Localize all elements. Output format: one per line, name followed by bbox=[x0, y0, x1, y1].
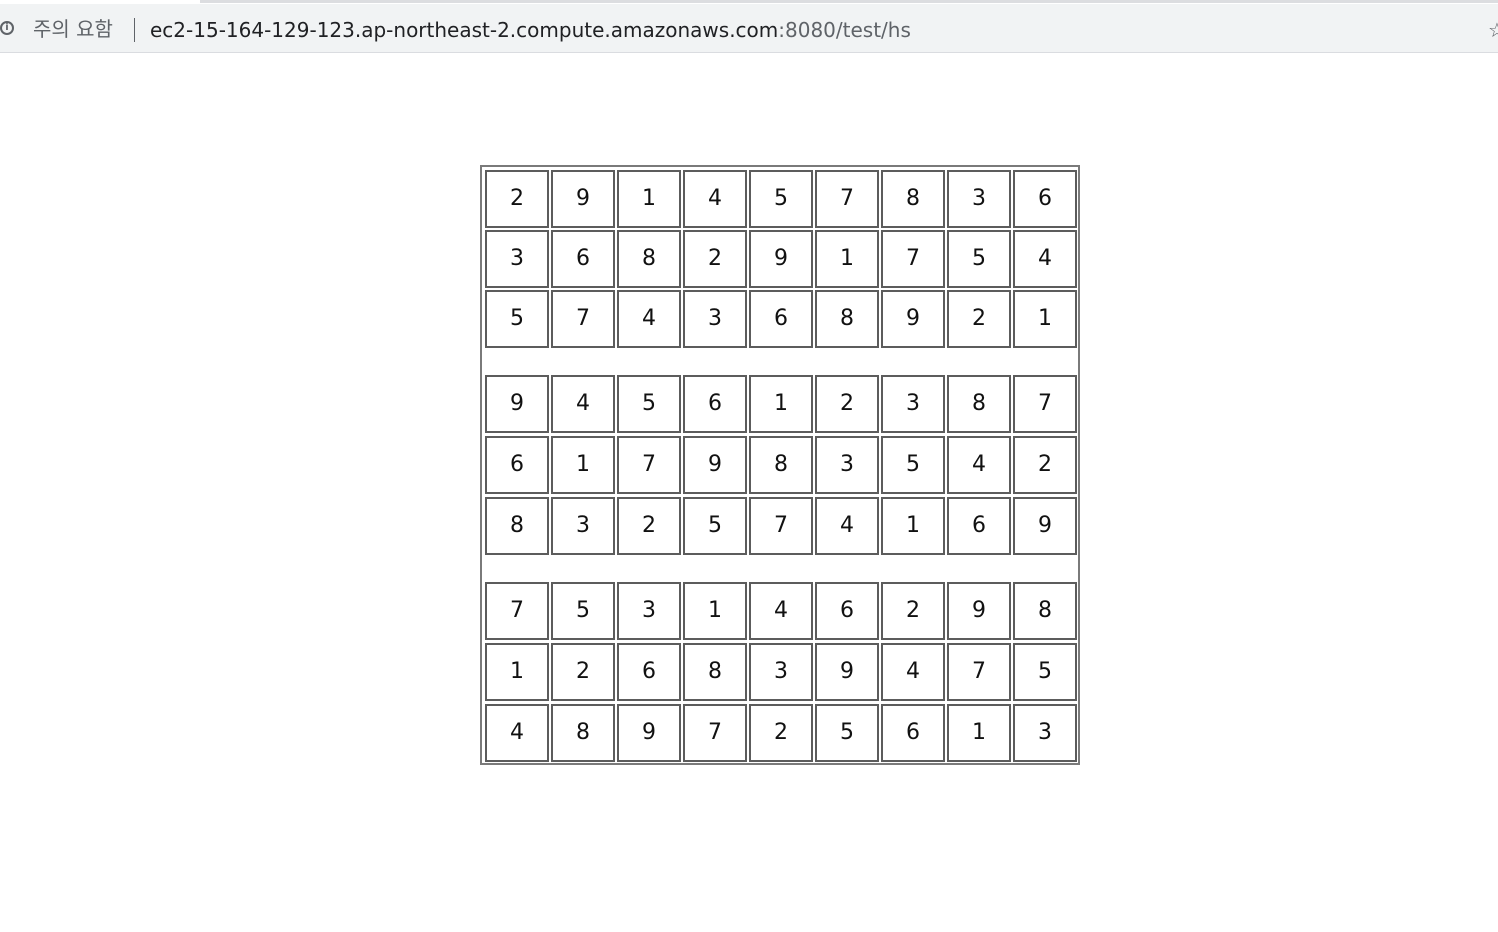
sudoku-cell-r9-c4[interactable]: 7 bbox=[683, 704, 747, 762]
sudoku-cell-r9-c6[interactable]: 5 bbox=[815, 704, 879, 762]
sudoku-cell-r2-c2[interactable]: 6 bbox=[551, 230, 615, 288]
sudoku-cell-r1-c1[interactable]: 2 bbox=[485, 170, 549, 228]
star-icon[interactable]: ☆ bbox=[1488, 20, 1498, 40]
url-path: :8080/test/hs bbox=[778, 18, 911, 42]
sudoku-cell-r2-c6[interactable]: 1 bbox=[815, 230, 879, 288]
sudoku-cell-r1-c7[interactable]: 8 bbox=[881, 170, 945, 228]
address-separator bbox=[134, 18, 135, 42]
sudoku-cell-r6-c3[interactable]: 2 bbox=[617, 497, 681, 555]
sudoku-cell-r6-c8[interactable]: 6 bbox=[947, 497, 1011, 555]
sudoku-cell-r4-c4[interactable]: 6 bbox=[683, 375, 747, 433]
sudoku-cell-r8-c3[interactable]: 6 bbox=[617, 643, 681, 701]
sudoku-cell-r8-c6[interactable]: 9 bbox=[815, 643, 879, 701]
sudoku-cell-r9-c9[interactable]: 3 bbox=[1013, 704, 1077, 762]
tab-divider bbox=[200, 0, 1498, 3]
sudoku-cell-r7-c2[interactable]: 5 bbox=[551, 582, 615, 640]
sudoku-cell-r1-c2[interactable]: 9 bbox=[551, 170, 615, 228]
sudoku-cell-r5-c1[interactable]: 6 bbox=[485, 436, 549, 494]
sudoku-cell-r9-c3[interactable]: 9 bbox=[617, 704, 681, 762]
sudoku-cell-r1-c9[interactable]: 6 bbox=[1013, 170, 1077, 228]
sudoku-cell-r3-c1[interactable]: 5 bbox=[485, 290, 549, 348]
sudoku-cell-r4-c3[interactable]: 5 bbox=[617, 375, 681, 433]
sudoku-cell-r6-c1[interactable]: 8 bbox=[485, 497, 549, 555]
sudoku-cell-r9-c2[interactable]: 8 bbox=[551, 704, 615, 762]
sudoku-cell-r4-c9[interactable]: 7 bbox=[1013, 375, 1077, 433]
url-host: ec2-15-164-129-123.ap-northeast-2.comput… bbox=[150, 18, 779, 42]
sudoku-cell-r2-c9[interactable]: 4 bbox=[1013, 230, 1077, 288]
sudoku-cell-r8-c9[interactable]: 5 bbox=[1013, 643, 1077, 701]
sudoku-cell-r5-c8[interactable]: 4 bbox=[947, 436, 1011, 494]
sudoku-cell-r1-c4[interactable]: 4 bbox=[683, 170, 747, 228]
sudoku-cell-r3-c3[interactable]: 4 bbox=[617, 290, 681, 348]
sudoku-cell-r8-c5[interactable]: 3 bbox=[749, 643, 813, 701]
sudoku-cell-r6-c7[interactable]: 1 bbox=[881, 497, 945, 555]
sudoku-cell-r5-c6[interactable]: 3 bbox=[815, 436, 879, 494]
sudoku-cell-r7-c1[interactable]: 7 bbox=[485, 582, 549, 640]
url-text[interactable]: ec2-15-164-129-123.ap-northeast-2.comput… bbox=[150, 18, 911, 42]
sudoku-cell-r3-c2[interactable]: 7 bbox=[551, 290, 615, 348]
sudoku-cell-r1-c5[interactable]: 5 bbox=[749, 170, 813, 228]
sudoku-cell-r7-c8[interactable]: 9 bbox=[947, 582, 1011, 640]
sudoku-cell-r4-c8[interactable]: 8 bbox=[947, 375, 1011, 433]
sudoku-cell-r2-c8[interactable]: 5 bbox=[947, 230, 1011, 288]
sudoku-cell-r8-c1[interactable]: 1 bbox=[485, 643, 549, 701]
sudoku-cell-r3-c9[interactable]: 1 bbox=[1013, 290, 1077, 348]
sudoku-cell-r7-c9[interactable]: 8 bbox=[1013, 582, 1077, 640]
sudoku-cell-r2-c5[interactable]: 9 bbox=[749, 230, 813, 288]
sudoku-cell-r1-c3[interactable]: 1 bbox=[617, 170, 681, 228]
sudoku-cell-r6-c2[interactable]: 3 bbox=[551, 497, 615, 555]
sudoku-cell-r5-c9[interactable]: 2 bbox=[1013, 436, 1077, 494]
sudoku-cell-r7-c5[interactable]: 4 bbox=[749, 582, 813, 640]
sudoku-cell-r4-c5[interactable]: 1 bbox=[749, 375, 813, 433]
sudoku-cell-r7-c4[interactable]: 1 bbox=[683, 582, 747, 640]
sudoku-cell-r5-c3[interactable]: 7 bbox=[617, 436, 681, 494]
sudoku-cell-r9-c8[interactable]: 1 bbox=[947, 704, 1011, 762]
sudoku-cell-r2-c7[interactable]: 7 bbox=[881, 230, 945, 288]
sudoku-cell-r4-c1[interactable]: 9 bbox=[485, 375, 549, 433]
sudoku-cell-r3-c4[interactable]: 3 bbox=[683, 290, 747, 348]
sudoku-board: 2914578363682917545743689219456123876179… bbox=[480, 165, 1080, 765]
sudoku-cell-r3-c6[interactable]: 8 bbox=[815, 290, 879, 348]
sudoku-cell-r6-c4[interactable]: 5 bbox=[683, 497, 747, 555]
security-label[interactable]: 주의 요함 bbox=[33, 17, 113, 41]
address-bar[interactable]: i 주의 요함 ec2-15-164-129-123.ap-northeast-… bbox=[0, 4, 1498, 53]
info-icon[interactable]: i bbox=[0, 21, 14, 35]
sudoku-cell-r7-c3[interactable]: 3 bbox=[617, 582, 681, 640]
sudoku-cell-r6-c9[interactable]: 9 bbox=[1013, 497, 1077, 555]
sudoku-cell-r3-c8[interactable]: 2 bbox=[947, 290, 1011, 348]
sudoku-cell-r8-c4[interactable]: 8 bbox=[683, 643, 747, 701]
sudoku-cell-r9-c7[interactable]: 6 bbox=[881, 704, 945, 762]
sudoku-cell-r1-c6[interactable]: 7 bbox=[815, 170, 879, 228]
sudoku-cell-r9-c1[interactable]: 4 bbox=[485, 704, 549, 762]
sudoku-cell-r2-c1[interactable]: 3 bbox=[485, 230, 549, 288]
sudoku-cell-r8-c2[interactable]: 2 bbox=[551, 643, 615, 701]
sudoku-cell-r6-c5[interactable]: 7 bbox=[749, 497, 813, 555]
sudoku-cell-r5-c5[interactable]: 8 bbox=[749, 436, 813, 494]
sudoku-cell-r9-c5[interactable]: 2 bbox=[749, 704, 813, 762]
sudoku-cell-r7-c7[interactable]: 2 bbox=[881, 582, 945, 640]
sudoku-cell-r5-c7[interactable]: 5 bbox=[881, 436, 945, 494]
sudoku-cell-r4-c7[interactable]: 3 bbox=[881, 375, 945, 433]
sudoku-cell-r4-c2[interactable]: 4 bbox=[551, 375, 615, 433]
sudoku-cell-r3-c7[interactable]: 9 bbox=[881, 290, 945, 348]
sudoku-cell-r4-c6[interactable]: 2 bbox=[815, 375, 879, 433]
sudoku-cell-r8-c7[interactable]: 4 bbox=[881, 643, 945, 701]
sudoku-cell-r5-c4[interactable]: 9 bbox=[683, 436, 747, 494]
sudoku-cell-r2-c4[interactable]: 2 bbox=[683, 230, 747, 288]
sudoku-cell-r3-c5[interactable]: 6 bbox=[749, 290, 813, 348]
sudoku-cell-r2-c3[interactable]: 8 bbox=[617, 230, 681, 288]
sudoku-cell-r6-c6[interactable]: 4 bbox=[815, 497, 879, 555]
sudoku-cell-r5-c2[interactable]: 1 bbox=[551, 436, 615, 494]
sudoku-cell-r1-c8[interactable]: 3 bbox=[947, 170, 1011, 228]
sudoku-cell-r7-c6[interactable]: 6 bbox=[815, 582, 879, 640]
sudoku-cell-r8-c8[interactable]: 7 bbox=[947, 643, 1011, 701]
